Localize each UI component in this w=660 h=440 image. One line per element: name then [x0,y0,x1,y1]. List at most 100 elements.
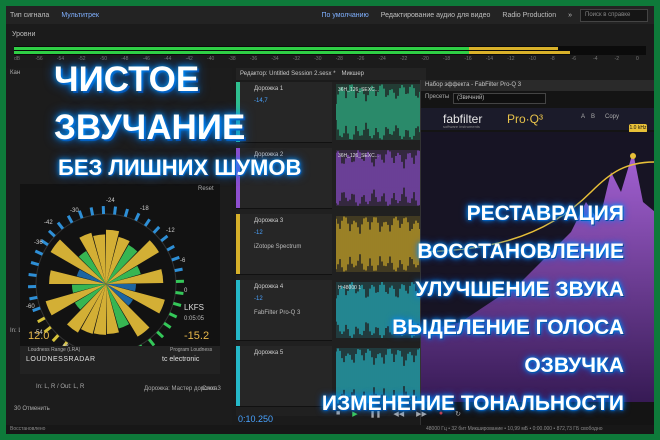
lra-label: Loudness Range (LRA) [28,347,81,353]
track-volume[interactable]: -12 [254,296,263,302]
status-right: 48000 Гц • 32 бит Микширование • 10,99 м… [426,426,603,432]
track-name[interactable]: Дорожка 4 [254,284,283,290]
ruler-tick: dB [14,56,21,62]
radar-ring-segment [163,321,172,329]
eq-band-node[interactable] [630,153,636,159]
radar-ring-segment [51,334,60,343]
track-header[interactable]: Дорожка 4 -12 FabFilter Pro-Q 3 [236,280,332,341]
radar-tick-label: -24 [106,198,115,204]
undo-label[interactable]: 30 Отменить [14,406,50,412]
ruler-tick: -36 [249,56,258,62]
program-loudness-label: Program Loudness [170,347,213,353]
feature-item: ВЫДЕЛЕНИЕ ГОЛОСА [392,316,624,339]
feature-item: ИЗМЕНЕНИЕ ТОНАЛЬНОСТИ [321,392,624,415]
radar-maker: tc electronic [162,356,200,363]
menu-bar: Тип сигнала Мультитрек По умолчанию Реда… [6,6,654,24]
feature-item: ОЗВУЧКА [524,354,624,377]
mode-status: In: L, R / Out: L, R [36,384,85,390]
radar-ring-segment [77,210,84,219]
feature-item: ВОССТАНОВЛЕНИЕ [417,240,624,263]
radar-ring-segment [89,207,95,216]
ruler-tick: -40 [207,56,215,62]
ruler-tick: -30 [314,56,322,62]
editor-header: Редактор: Untitled Session 2.sesx * Микш… [236,68,426,80]
more-icon[interactable]: » [564,12,576,19]
preset-select[interactable]: (Звичний) [453,93,546,104]
track-header[interactable]: Дорожка 5 [236,346,332,407]
track-volume[interactable]: -14,7 [254,98,268,104]
radar-ring-segment [123,208,129,218]
workspace-default[interactable]: По умолчанию [317,12,372,19]
help-search-input[interactable]: Поиск в справке [580,8,648,22]
radar-tick-label: -42 [44,220,53,226]
pro-q3-logo: Pro·Q³ [507,112,543,126]
radar-ring-segment [30,261,40,267]
track-waveform[interactable]: 36H_126_SEXC... [336,150,422,206]
radar-ring-segment [152,225,161,234]
program-loudness-value: -15.2 [184,330,210,342]
radar-ring-segment [29,295,38,301]
level-green-bar-2 [14,51,470,54]
level-meter [14,46,646,55]
menu-item-multitrack[interactable]: Мультитрек [57,12,103,19]
presets-label: Пресеты [425,94,450,100]
workspace-video[interactable]: Редактирование аудио для видео [377,12,495,19]
workspace-radio[interactable]: Radio Production [498,12,560,19]
fabfilter-sub: software instruments [443,124,480,129]
track-effect[interactable]: iZotope Spectrum [254,244,301,250]
radar-ring-segment [166,244,175,252]
track-waveform[interactable]: 36H_126_SEXC... [336,84,422,140]
track-header[interactable]: Дорожка 1 -14,7 [236,82,332,143]
fabfilter-header: fabfilter software instruments Pro·Q³ A … [421,108,654,130]
track-header[interactable]: Дорожка 3 -12 iZotope Spectrum [236,214,332,275]
radar-ring-segment [160,234,169,243]
radar-timer: 0:05:05 [184,316,205,322]
radar-ring-segment [134,212,141,222]
levels-title: Уровни [12,31,36,38]
radar-ring-segment [56,221,65,230]
ab-b[interactable]: B [591,114,595,120]
track-effect[interactable]: FabFilter Pro-Q 3 [254,310,300,316]
feature-item: РЕСТАВРАЦИЯ [466,202,624,225]
ruler-tick: -12 [507,56,515,62]
track-color-strip [236,280,240,340]
clip-label: 36H_126_SEXC... [338,87,379,93]
track-name[interactable]: Дорожка 1 [254,86,283,92]
feature-item: УЛУЧШЕНИЕ ЗВУКА [415,278,624,301]
effect-title: Набор эффекта - FabFilter Pro-Q 3 [421,80,654,91]
radar-tick-label: -12 [166,228,175,234]
headline-line-1: ЧИСТОЕ [54,60,200,99]
radar-tick-label: -60 [26,304,35,310]
ruler-tick: -6 [571,56,577,62]
radar-ring-segment [37,316,46,324]
track-waveform[interactable] [336,216,422,272]
radar-tick-label: -6 [180,258,186,264]
ab-a[interactable]: A [581,114,585,120]
track-name[interactable]: Дорожка 3 [254,218,283,224]
track-volume[interactable]: -12 [254,230,263,236]
track-name[interactable]: Дорожка 5 [254,350,283,356]
ruler-tick: -8 [550,56,555,62]
ruler-tick: -10 [528,56,536,62]
radar-ring-segment [147,338,156,347]
mixer-tab[interactable]: Микшер [342,71,364,77]
radar-ring-segment [143,218,151,227]
menu-item-signal[interactable]: Тип сигнала [6,12,53,19]
radar-ring-segment [175,291,184,295]
radar-tick-label: -30 [70,208,79,214]
radar-ring-segment [168,312,178,319]
headline-line-2: ЗВУЧАНИЕ [54,108,246,147]
ruler-tick: 0 [636,56,639,62]
clip-label: Н 48000 1 [338,285,361,291]
radar-ring-segment [113,206,117,215]
radar-tick-label: -36 [34,240,43,246]
ruler-tick: -56 [35,56,43,62]
level-yellow-bar [469,47,558,50]
editor-tab[interactable]: Редактор: Untitled Session 2.sesx * [240,71,336,77]
radar-ring-segment [66,215,74,224]
radar-ring-segment [171,255,180,262]
reset-button[interactable]: Reset [198,186,214,192]
headline-line-3: БЕЗ ЛИШНИХ ШУМОВ [58,155,302,180]
ruler-tick: -34 [271,56,279,62]
copy-button[interactable]: Copy [605,114,619,120]
